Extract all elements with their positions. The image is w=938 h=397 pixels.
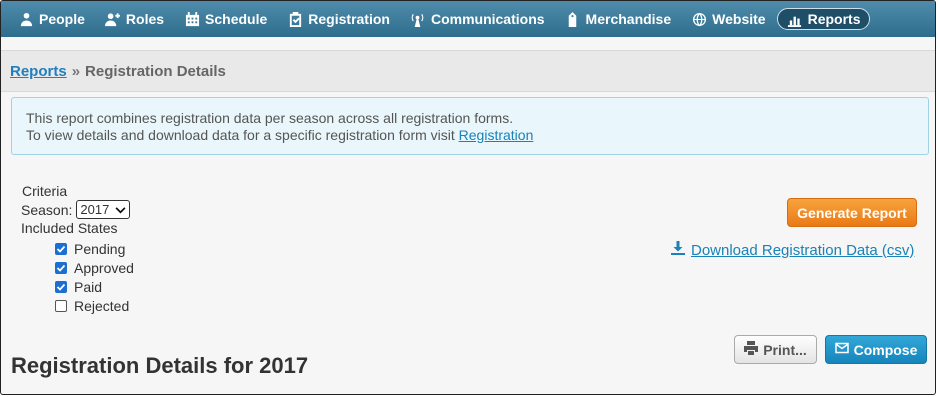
season-value: 2017	[80, 201, 110, 217]
print-button[interactable]: Print...	[734, 335, 817, 364]
state-label: Rejected	[74, 297, 130, 314]
people-icon	[18, 11, 34, 27]
broadcast-icon	[410, 11, 426, 27]
nav-reports[interactable]: Reports	[776, 8, 871, 30]
approved-checkbox[interactable]	[55, 261, 67, 274]
state-rejected[interactable]: Rejected	[55, 296, 134, 315]
nav-label: Merchandise	[585, 11, 672, 27]
paid-checkbox[interactable]	[55, 280, 67, 293]
download-csv-label: Download Registration Data (csv)	[691, 241, 915, 259]
print-label: Print...	[763, 341, 807, 358]
registration-link[interactable]: Registration	[459, 127, 534, 143]
app-window: People Roles Schedule Registration Commu…	[0, 0, 936, 395]
nav-label: Roles	[125, 11, 165, 27]
calendar-icon	[184, 11, 200, 27]
state-label: Pending	[74, 240, 126, 257]
nav-merchandise[interactable]: Merchandise	[556, 8, 681, 30]
nav-schedule[interactable]: Schedule	[175, 8, 276, 30]
page-title: Registration Details for 2017	[11, 353, 309, 378]
breadcrumb-reports-link[interactable]: Reports	[10, 63, 67, 80]
criteria-panel: Criteria Season: 2017 Included States Pe…	[21, 182, 134, 315]
state-approved[interactable]: Approved	[55, 258, 134, 277]
info-alert: This report combines registration data p…	[11, 97, 929, 155]
compose-label: Compose	[853, 341, 918, 358]
nav-label: Schedule	[205, 11, 268, 27]
nav-registration[interactable]: Registration	[278, 8, 399, 30]
state-label: Paid	[74, 278, 103, 295]
nav-label: Communications	[430, 11, 545, 27]
season-select[interactable]: 2017	[76, 200, 131, 219]
bar-chart-icon	[787, 11, 803, 27]
nav-label: Website	[712, 11, 766, 27]
info-line-1: This report combines registration data p…	[26, 110, 514, 126]
nav-label: Reports	[807, 11, 861, 27]
breadcrumb: Reports » Registration Details	[1, 50, 935, 92]
nav-website[interactable]: Website	[682, 8, 774, 30]
nav-label: People	[39, 11, 85, 27]
globe-icon	[691, 11, 707, 27]
printer-icon	[744, 341, 759, 358]
state-label: Approved	[74, 259, 134, 276]
states-list: Pending Approved Paid Rejected	[55, 239, 134, 315]
season-row: Season: 2017	[21, 200, 134, 219]
nav-roles[interactable]: Roles	[96, 8, 173, 30]
roles-icon	[105, 11, 121, 27]
compose-button[interactable]: Compose	[825, 335, 927, 364]
merchandise-tag-icon	[565, 11, 581, 27]
info-line-2: To view details and download data for a …	[26, 127, 914, 144]
chevron-down-icon	[115, 201, 126, 219]
included-states-label: Included States	[21, 220, 118, 236]
clipboard-check-icon	[287, 11, 303, 27]
nav-people[interactable]: People	[9, 8, 94, 30]
state-pending[interactable]: Pending	[55, 239, 134, 258]
pending-checkbox[interactable]	[55, 242, 67, 255]
download-icon	[671, 241, 685, 259]
generate-report-button[interactable]: Generate Report	[787, 198, 917, 227]
download-csv-link[interactable]: Download Registration Data (csv)	[671, 241, 914, 259]
breadcrumb-current: Registration Details	[85, 62, 226, 80]
rejected-checkbox[interactable]	[55, 299, 67, 312]
nav-communications[interactable]: Communications	[401, 8, 554, 30]
envelope-icon	[834, 341, 849, 358]
breadcrumb-separator: »	[71, 62, 81, 80]
season-label: Season:	[21, 201, 73, 218]
criteria-title: Criteria	[22, 183, 68, 199]
top-navigation: People Roles Schedule Registration Commu…	[1, 1, 935, 37]
state-paid[interactable]: Paid	[55, 277, 134, 296]
nav-label: Registration	[308, 11, 390, 27]
info-line-2-text: To view details and download data for a …	[26, 127, 455, 143]
